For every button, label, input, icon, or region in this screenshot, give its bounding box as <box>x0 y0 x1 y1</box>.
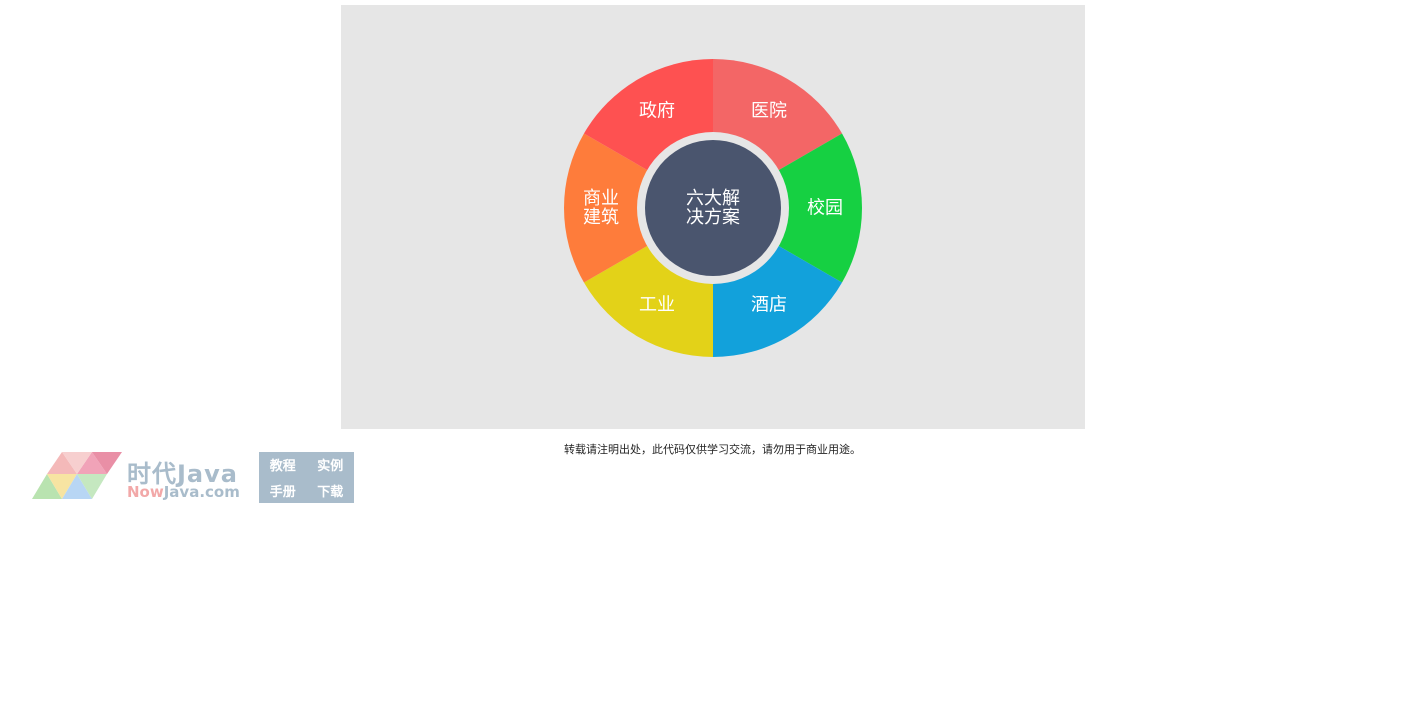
nav-manual-link[interactable]: 手册 <box>259 478 307 504</box>
nav-tutorial-link[interactable]: 教程 <box>259 452 307 478</box>
segment-label-industry[interactable]: 工业 <box>639 295 675 314</box>
nav-download-link[interactable]: 下载 <box>307 478 355 504</box>
segment-label-hospital[interactable]: 医院 <box>751 102 787 121</box>
segment-label-government[interactable]: 政府 <box>639 102 675 121</box>
logo-subtitle-rest: Java.com <box>163 483 240 501</box>
logo-subtitle: NowJava.com <box>127 483 240 501</box>
site-logo[interactable]: 时代Java NowJava.com 教程 实例 手册 下载 <box>32 452 362 504</box>
demo-stage: 医院校园酒店 工业 商业 建筑 政府 六大解 决方案 <box>341 5 1085 429</box>
nav-examples-link[interactable]: 实例 <box>307 452 355 478</box>
segment-label-hotel[interactable]: 酒店 <box>751 295 787 314</box>
segment-label-campus[interactable]: 校园 <box>807 199 843 218</box>
logo-subtitle-now: Now <box>127 483 164 501</box>
logo-triangles-icon <box>32 452 122 499</box>
logo-nav: 教程 实例 手册 下载 <box>259 452 354 503</box>
segment-label-commercial[interactable]: 商业 建筑 <box>583 189 619 227</box>
center-hub-label: 六大解 决方案 <box>686 188 740 228</box>
